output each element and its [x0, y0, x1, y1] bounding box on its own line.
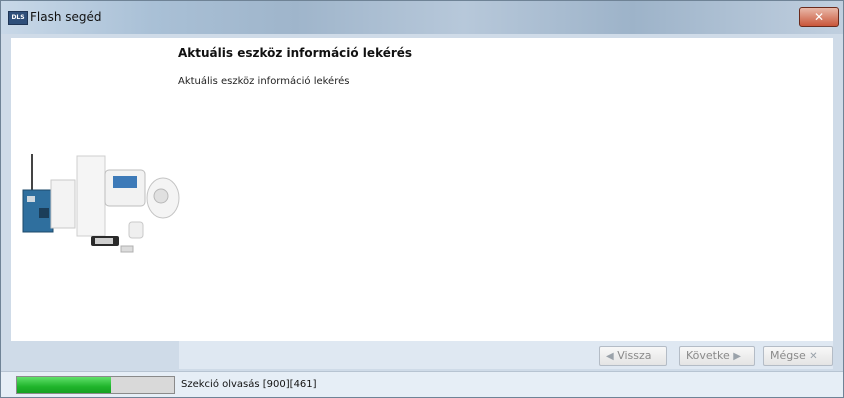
wizard-button-bar: ◀ Vissza Követke ▶ Mégse ✕ — [179, 341, 833, 369]
arrow-right-icon: ▶ — [733, 351, 741, 362]
arrow-left-icon: ◀ — [606, 351, 614, 362]
wizard-window: DLS Flash segéd ✕ Aktuális eszköz inform… — [0, 0, 844, 398]
cancel-button-label: Mégse — [770, 349, 806, 362]
back-button-label: Vissza — [617, 349, 652, 362]
page-heading: Aktuális eszköz információ lekérés — [178, 46, 413, 60]
title-bar[interactable]: DLS Flash segéd ✕ — [1, 1, 843, 34]
page-description: Aktuális eszköz információ lekérés — [178, 76, 350, 87]
progress-bar — [16, 376, 175, 394]
app-icon: DLS — [8, 11, 28, 25]
status-text: Szekció olvasás [900][461] — [181, 379, 317, 390]
progress-fill — [17, 377, 112, 393]
devices-image — [22, 154, 180, 253]
content-panel: Aktuális eszköz információ lekérés Aktuá… — [11, 38, 833, 341]
cancel-button[interactable]: Mégse ✕ — [763, 346, 833, 366]
next-button[interactable]: Követke ▶ — [679, 346, 755, 366]
close-icon: ✕ — [813, 10, 825, 24]
back-button[interactable]: ◀ Vissza — [599, 346, 667, 366]
close-button[interactable]: ✕ — [799, 7, 839, 27]
next-button-label: Követke — [686, 349, 730, 362]
status-bar: Szekció olvasás [900][461] — [1, 371, 843, 397]
close-icon: ✕ — [809, 351, 818, 362]
window-title: Flash segéd — [30, 10, 102, 24]
